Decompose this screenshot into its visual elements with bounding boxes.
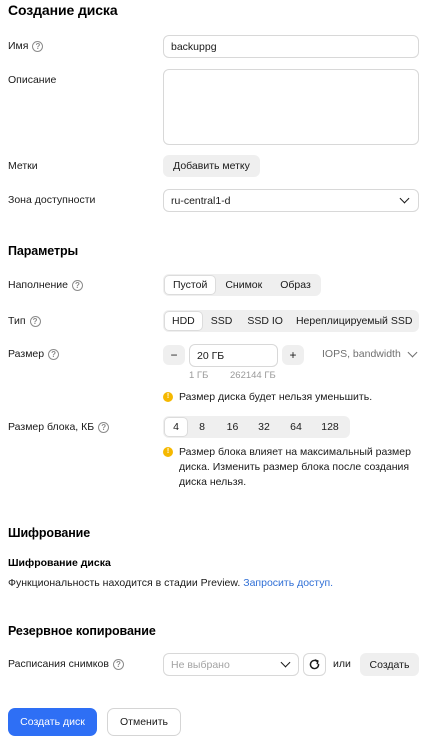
refresh-icon — [309, 659, 320, 670]
help-icon[interactable]: ? — [48, 348, 60, 360]
help-icon[interactable]: ? — [112, 658, 124, 670]
encryption-note-text: Функциональность находится в стадии Prev… — [8, 577, 241, 589]
labels-label: Метки — [8, 160, 38, 172]
zone-select[interactable]: ru-central1-d — [163, 189, 419, 212]
size-warning: ! Размер диска будет нельзя уменьшить. — [163, 390, 372, 404]
description-textarea[interactable] — [163, 69, 419, 145]
type-label: Тип ? — [8, 315, 41, 327]
size-warning-text: Размер диска будет нельзя уменьшить. — [179, 391, 373, 403]
fill-label-text: Наполнение — [8, 279, 68, 291]
size-label: Размер ? — [8, 348, 60, 360]
schedule-select-placeholder: Не выбрано — [171, 658, 230, 671]
params-title: Параметры — [8, 244, 79, 258]
fill-option-snapshot[interactable]: Снимок — [217, 276, 270, 294]
block-size-label: Размер блока, КБ ? — [8, 421, 110, 433]
page-title: Создание диска — [8, 2, 118, 18]
zone-label: Зона доступности — [8, 194, 96, 206]
zone-select-value: ru-central1-d — [171, 194, 231, 207]
block-option-8[interactable]: 8 — [187, 418, 217, 436]
type-option-hdd[interactable]: HDD — [165, 312, 202, 330]
help-icon[interactable]: ? — [29, 315, 41, 327]
type-label-text: Тип — [8, 315, 26, 327]
name-input[interactable]: backuppg — [163, 35, 419, 58]
fill-label: Наполнение ? — [8, 279, 83, 291]
block-size-warning: ! Размер блока влияет на максимальный ра… — [163, 445, 425, 490]
block-size-warning-text: Размер блока влияет на максимальный разм… — [179, 446, 411, 488]
type-option-ssd[interactable]: SSD — [204, 312, 240, 330]
fill-segmented: Пустой Снимок Образ — [163, 274, 321, 296]
create-schedule-button[interactable]: Создать — [360, 653, 419, 676]
block-option-4[interactable]: 4 — [165, 418, 187, 436]
block-size-segmented: 4 8 16 32 64 128 — [163, 416, 350, 438]
block-option-128[interactable]: 128 — [312, 418, 348, 436]
help-icon[interactable]: ? — [98, 421, 110, 433]
type-segmented: HDD SSD SSD IO Нереплицируемый SSD — [163, 310, 420, 332]
block-size-label-text: Размер блока, КБ — [8, 421, 95, 433]
fill-option-empty[interactable]: Пустой — [165, 276, 216, 294]
help-icon[interactable]: ? — [32, 40, 44, 52]
size-increase-button[interactable]: + — [282, 345, 304, 365]
size-input[interactable]: 20 ГБ — [189, 344, 278, 367]
or-text: или — [333, 658, 351, 670]
description-label: Описание — [8, 74, 57, 86]
block-option-32[interactable]: 32 — [248, 418, 280, 436]
schedule-select[interactable]: Не выбрано — [163, 653, 299, 676]
request-access-link[interactable]: Запросить доступ. — [243, 577, 333, 589]
chevron-down-icon — [280, 657, 291, 668]
warning-icon: ! — [163, 447, 173, 457]
type-option-nonreplicated-ssd[interactable]: Нереплицируемый SSD — [291, 312, 418, 330]
size-decrease-button[interactable]: − — [163, 345, 185, 365]
size-label-text: Размер — [8, 348, 45, 360]
chevron-down-icon — [407, 347, 418, 357]
name-label: Имя ? — [8, 40, 44, 52]
create-disk-button[interactable]: Создать диск — [8, 708, 97, 736]
encryption-note: Функциональность находится в стадии Prev… — [8, 577, 333, 589]
help-icon[interactable]: ? — [72, 279, 83, 291]
encryption-title: Шифрование — [8, 526, 91, 540]
block-option-16[interactable]: 16 — [217, 418, 248, 436]
size-min-hint: 1 ГБ — [189, 370, 209, 381]
refresh-button[interactable] — [303, 653, 326, 676]
schedule-label-text: Расписания снимков — [8, 658, 109, 670]
add-label-button[interactable]: Добавить метку — [163, 155, 260, 177]
backup-title: Резервное копирование — [8, 624, 156, 638]
name-label-text: Имя — [8, 40, 29, 52]
block-option-64[interactable]: 64 — [280, 418, 312, 436]
iops-toggle[interactable]: IOPS, bandwidth — [322, 347, 418, 360]
type-option-ssd-io[interactable]: SSD IO — [241, 312, 289, 330]
iops-toggle-label: IOPS, bandwidth — [322, 348, 401, 360]
cancel-button[interactable]: Отменить — [107, 708, 181, 736]
schedule-label: Расписания снимков ? — [8, 658, 124, 670]
size-max-hint: 262144 ГБ — [230, 370, 276, 381]
chevron-down-icon — [399, 193, 410, 204]
fill-option-image[interactable]: Образ — [272, 276, 319, 294]
encryption-subtitle: Шифрование диска — [8, 557, 111, 569]
warning-icon: ! — [163, 392, 173, 402]
